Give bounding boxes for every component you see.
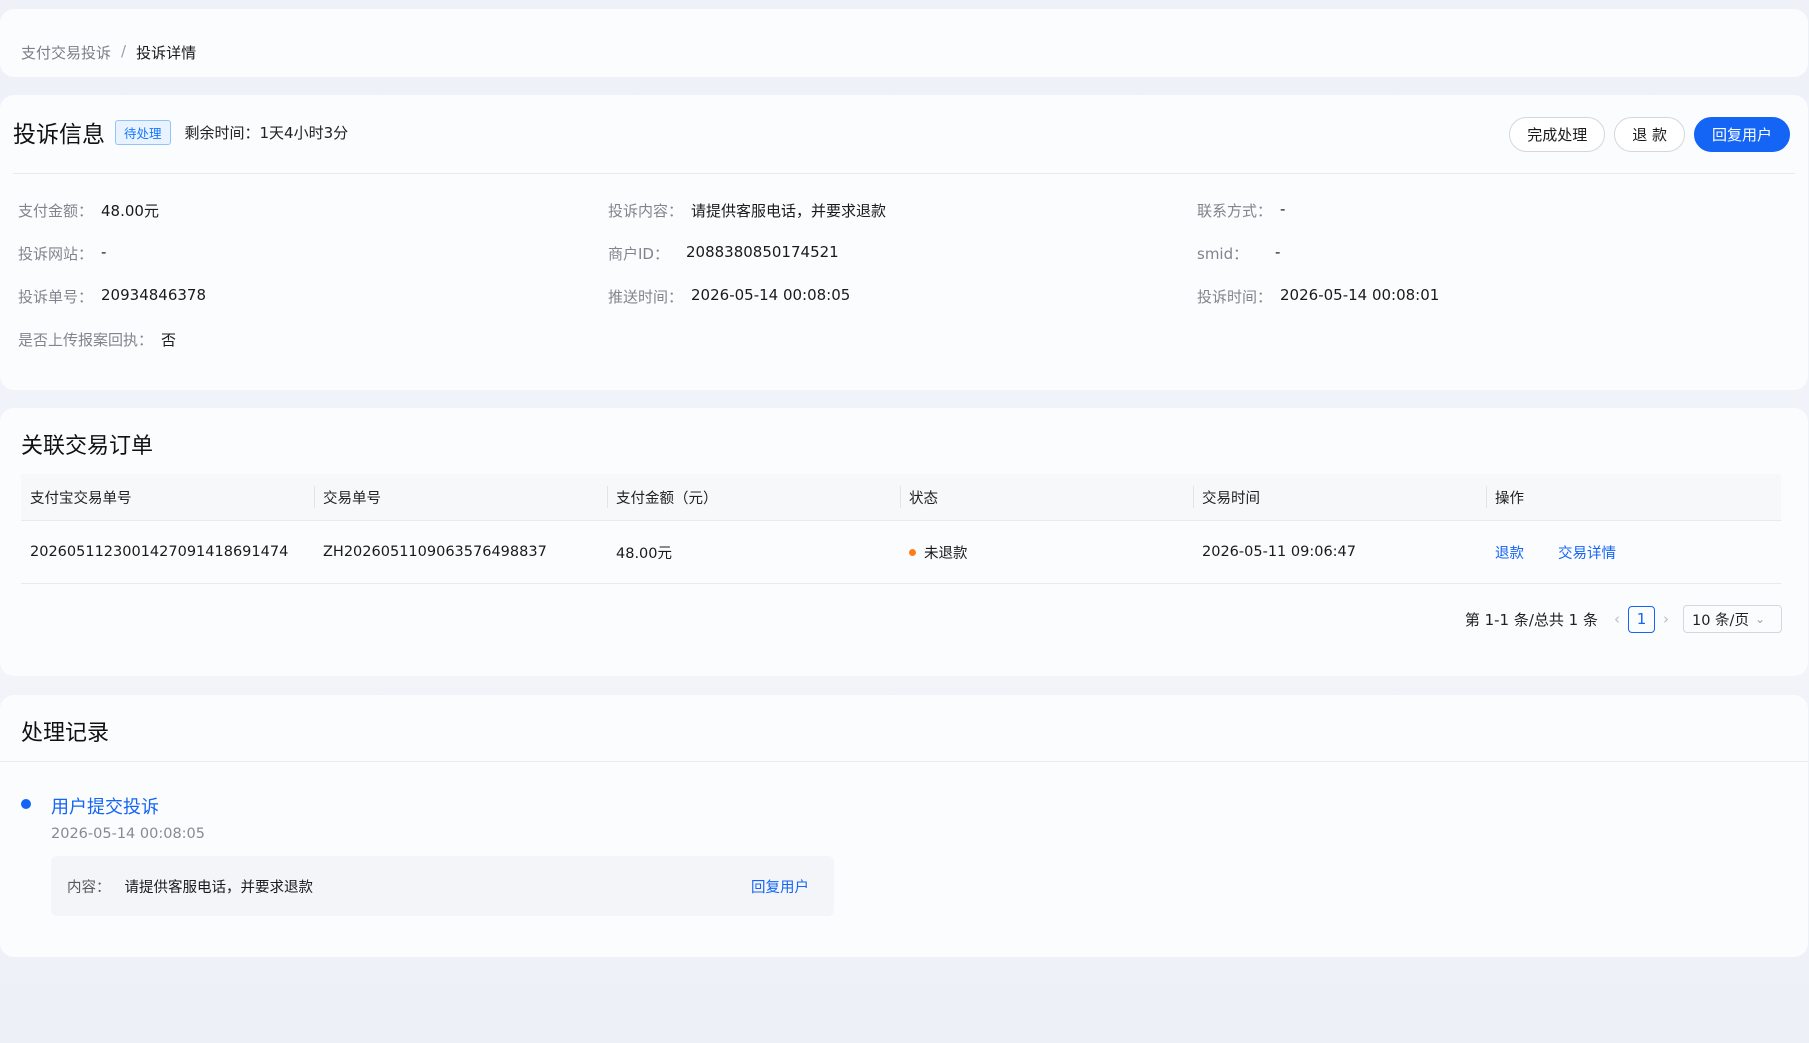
page-size-select[interactable]: 10 条/页 ⌄ <box>1683 605 1782 633</box>
table-header: 支付宝交易单号 交易单号 支付金额（元） 状态 交易时间 操作 <box>21 474 1781 521</box>
field-label: 投诉内容： <box>608 202 684 220</box>
cell-time: 2026-05-11 09:06:47 <box>1202 544 1356 560</box>
breadcrumb-current: 投诉详情 <box>136 44 197 62</box>
page-size-value: 10 条/页 <box>1692 612 1749 629</box>
field-value: 2026-05-14 00:08:05 <box>691 286 851 304</box>
column-header: 支付金额（元） <box>607 487 900 508</box>
field-label: 推送时间： <box>608 288 684 306</box>
chevron-down-icon: ⌄ <box>1754 612 1766 626</box>
record-content: 请提供客服电话，并要求退款 <box>124 879 314 896</box>
cell-alipay-no: 2026051123001427091418691474 <box>30 544 289 560</box>
remaining-time: 剩余时间：1天4小时3分 <box>184 123 349 142</box>
field-smid: smid： - <box>1197 243 1280 264</box>
column-header: 支付宝交易单号 <box>30 490 132 507</box>
record-content-box: 内容： 请提供客服电话，并要求退款 回复用户 <box>51 856 834 916</box>
record-title: 用户提交投诉 <box>51 797 159 818</box>
page-number-1[interactable]: 1 <box>1628 605 1655 633</box>
column-header: 交易单号 <box>314 487 607 508</box>
related-orders-card: 关联交易订单 支付宝交易单号 交易单号 支付金额（元） 状态 交易时间 操作 2… <box>0 408 1808 676</box>
breadcrumb-link-complaints[interactable]: 支付交易投诉 <box>21 42 111 63</box>
divider <box>13 173 1795 174</box>
field-pay-amount: 支付金额： 48.00元 <box>18 200 159 221</box>
field-merchant-id: 商户ID： 2088380850174521 <box>608 243 839 264</box>
field-value: 否 <box>161 331 177 349</box>
section-title: 关联交易订单 <box>21 434 154 459</box>
field-content: 投诉内容： 请提供客服电话，并要求退款 <box>608 200 886 221</box>
column-header: 交易时间 <box>1193 487 1486 508</box>
cell-amount: 48.00元 <box>616 545 673 562</box>
field-label: 联系方式： <box>1197 202 1273 220</box>
divider <box>0 761 1808 762</box>
complete-button[interactable]: 完成处理 <box>1509 117 1606 152</box>
field-push-time: 推送时间： 2026-05-14 00:08:05 <box>608 286 850 307</box>
breadcrumb-separator: / <box>121 42 127 60</box>
field-value: 48.00元 <box>101 202 159 220</box>
field-label: 是否上传报案回执： <box>18 331 154 349</box>
field-label: smid： <box>1197 245 1249 263</box>
field-value: - <box>1275 243 1281 261</box>
pagination-summary: 第 1-1 条/总共 1 条 <box>1464 610 1598 629</box>
column-header: 状态 <box>900 487 1193 508</box>
pagination: 第 1-1 条/总共 1 条 ‹ 1 › 10 条/页 ⌄ <box>1465 605 1782 633</box>
field-complaint-no: 投诉单号： 20934846378 <box>18 286 206 307</box>
orders-table: 支付宝交易单号 交易单号 支付金额（元） 状态 交易时间 操作 20260511… <box>21 474 1781 584</box>
breadcrumb: 支付交易投诉 / 投诉详情 <box>21 42 196 63</box>
timeline-dot-icon <box>21 799 31 809</box>
field-label: 支付金额： <box>18 202 94 220</box>
cell-operations: 退款 交易详情 <box>1486 542 1779 563</box>
column-header: 操作 <box>1486 487 1779 508</box>
field-contact: 联系方式： - <box>1197 200 1285 221</box>
next-page-icon[interactable]: › <box>1663 610 1669 628</box>
field-value: 2026-05-14 00:08:01 <box>1280 286 1440 304</box>
breadcrumb-card: 支付交易投诉 / 投诉详情 <box>0 9 1808 77</box>
field-website: 投诉网站： - <box>18 243 106 264</box>
cell-status: 未退款 <box>900 542 1193 563</box>
action-bar: 完成处理 退 款 回复用户 <box>1509 117 1790 152</box>
refund-button[interactable]: 退 款 <box>1614 117 1685 152</box>
field-value: - <box>1280 200 1286 218</box>
section-title: 处理记录 <box>21 721 110 746</box>
cell-trade-no: ZH2026051109063576498837 <box>323 544 547 560</box>
field-label: 商户ID： <box>608 245 669 263</box>
processing-records-card: 处理记录 用户提交投诉 2026-05-14 00:08:05 内容： 请提供客… <box>0 695 1808 957</box>
table-row: 2026051123001427091418691474 ZH202605110… <box>21 521 1781 584</box>
trade-detail-link[interactable]: 交易详情 <box>1558 546 1616 562</box>
record-reply-link[interactable]: 回复用户 <box>751 876 809 897</box>
field-label: 投诉网站： <box>18 245 94 263</box>
prev-page-icon[interactable]: ‹ <box>1614 610 1620 628</box>
field-value: - <box>101 243 107 261</box>
status-text: 未退款 <box>924 545 968 562</box>
reply-user-button[interactable]: 回复用户 <box>1693 117 1790 152</box>
status-badge: 待处理 <box>115 119 171 145</box>
field-label: 投诉单号： <box>18 288 94 306</box>
field-receipt-uploaded: 是否上传报案回执： 否 <box>18 329 176 350</box>
field-value: 请提供客服电话，并要求退款 <box>691 202 887 220</box>
complaint-info-card: 投诉信息 待处理 剩余时间：1天4小时3分 完成处理 退 款 回复用户 支付金额… <box>0 95 1808 390</box>
record-content-label: 内容： <box>67 879 111 896</box>
refund-link[interactable]: 退款 <box>1495 546 1524 562</box>
section-title: 投诉信息 <box>13 122 105 148</box>
field-value: 2088380850174521 <box>686 243 839 261</box>
field-label: 投诉时间： <box>1197 288 1273 306</box>
record-time: 2026-05-14 00:08:05 <box>51 826 205 842</box>
field-value: 20934846378 <box>101 286 206 304</box>
status-dot-icon <box>909 548 916 556</box>
field-complaint-time: 投诉时间： 2026-05-14 00:08:01 <box>1197 286 1439 307</box>
complaint-info-header: 投诉信息 待处理 剩余时间：1天4小时3分 <box>13 115 348 149</box>
